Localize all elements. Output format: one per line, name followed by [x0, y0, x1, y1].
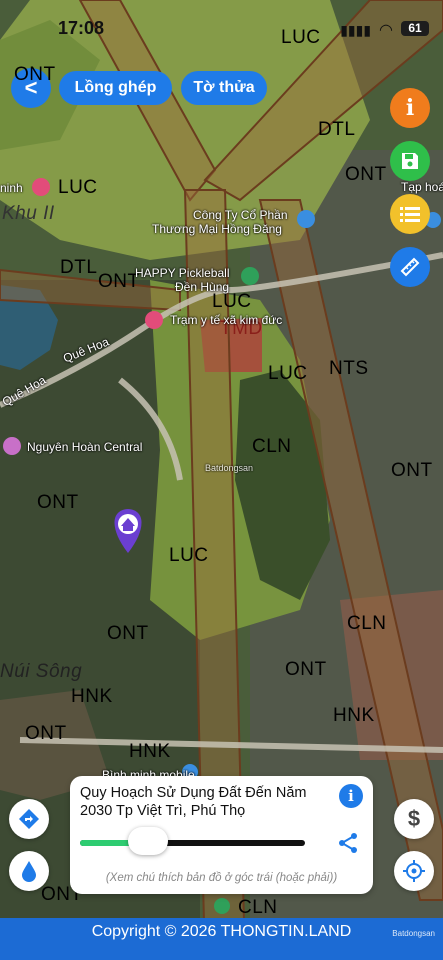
water-layer-button[interactable]	[9, 851, 49, 891]
measure-icon	[400, 257, 420, 277]
water-drop-icon	[22, 861, 36, 882]
map-label: LUC	[281, 27, 321, 48]
layer-button[interactable]: Lồng ghép	[59, 71, 172, 105]
wifi-icon: ◠	[379, 22, 393, 39]
map-label: ONT	[391, 460, 433, 481]
map-label: HNK	[333, 705, 375, 726]
list-button[interactable]	[390, 194, 430, 234]
legend-hint: (Xem chú thích bản đồ ở góc trái (hoặc p…	[105, 872, 338, 884]
map-label: LUC	[169, 545, 209, 566]
poi-label[interactable]: Thương Mại Hồng Đăng	[152, 222, 282, 236]
info-button[interactable]: i	[390, 88, 430, 128]
map-label: DTL	[318, 119, 356, 140]
info-icon: i	[405, 95, 415, 121]
map-label: NTS	[329, 358, 369, 379]
signal-icon: ▮▮▮▮	[340, 21, 372, 38]
share-icon	[339, 833, 357, 853]
map-label: ONT	[345, 164, 387, 185]
my-location-button[interactable]	[394, 851, 434, 891]
poi-label[interactable]: Tạp hoá	[401, 180, 443, 194]
price-button[interactable]: $	[394, 799, 434, 839]
crosshair-icon	[403, 860, 425, 882]
poi-label[interactable]: Công Ty Cổ Phần	[193, 208, 288, 222]
map-label: ONT	[285, 659, 327, 680]
planning-info-card: Quy Hoạch Sử Dụng Đất Đến Năm 2030 Tp Vi…	[70, 776, 373, 894]
map-label: ONT	[98, 271, 140, 292]
map-label: LUC	[58, 177, 98, 198]
save-button[interactable]	[390, 141, 430, 181]
opacity-slider[interactable]	[80, 827, 305, 855]
list-icon	[400, 207, 420, 222]
directions-icon	[19, 809, 39, 829]
opacity-slider-thumb[interactable]	[127, 827, 168, 855]
map-label: CLN	[252, 436, 292, 457]
save-icon	[402, 153, 418, 169]
measure-button[interactable]	[390, 247, 430, 287]
status-icons: ▮▮▮▮ ◠	[340, 20, 393, 40]
poi-label[interactable]: Nguyên Hoàn Central	[27, 440, 142, 454]
info-icon: i	[348, 787, 354, 805]
map-label: ONT	[107, 623, 149, 644]
map-label: LUC	[212, 291, 252, 312]
status-time: 17:08	[58, 18, 105, 38]
map-label: Khu II	[2, 203, 55, 224]
map-label: CLN	[238, 897, 278, 918]
poi-label[interactable]: HAPPY Pickleball	[135, 266, 230, 280]
map-label: Núi Sông	[0, 661, 83, 682]
poi-label[interactable]: Đền Hùng	[175, 280, 229, 294]
directions-button[interactable]	[9, 799, 49, 839]
poi-label[interactable]: Trạm y tế xã kim đức	[170, 313, 282, 327]
poi-label[interactable]: ninh	[0, 181, 23, 195]
map-label: CLN	[347, 613, 387, 634]
planning-title: Quy Hoạch Sử Dụng Đất Đến Năm 2030 Tp Vi…	[80, 785, 307, 819]
map-label: ONT	[14, 64, 56, 85]
parcel-button[interactable]: Tờ thửa	[181, 71, 267, 105]
map-label: HNK	[71, 686, 113, 707]
map-label: HNK	[129, 741, 171, 762]
footer-logo: Batdongsan	[392, 929, 435, 938]
copyright-footer: Copyright © 2026 THONGTIN.LAND Batdongsa…	[0, 918, 443, 960]
copyright-text: Copyright © 2026 THONGTIN.LAND	[91, 923, 352, 940]
map-label: ONT	[37, 492, 79, 513]
map-label: DTL	[60, 257, 98, 278]
map-label: LUC	[268, 363, 308, 384]
card-info-button[interactable]: i	[339, 784, 363, 808]
dollar-icon: $	[407, 806, 421, 831]
battery-icon: 61	[401, 21, 429, 36]
share-button[interactable]	[337, 832, 359, 859]
watermark-logo: Batdongsan	[205, 463, 254, 473]
map-label: ONT	[25, 723, 67, 744]
